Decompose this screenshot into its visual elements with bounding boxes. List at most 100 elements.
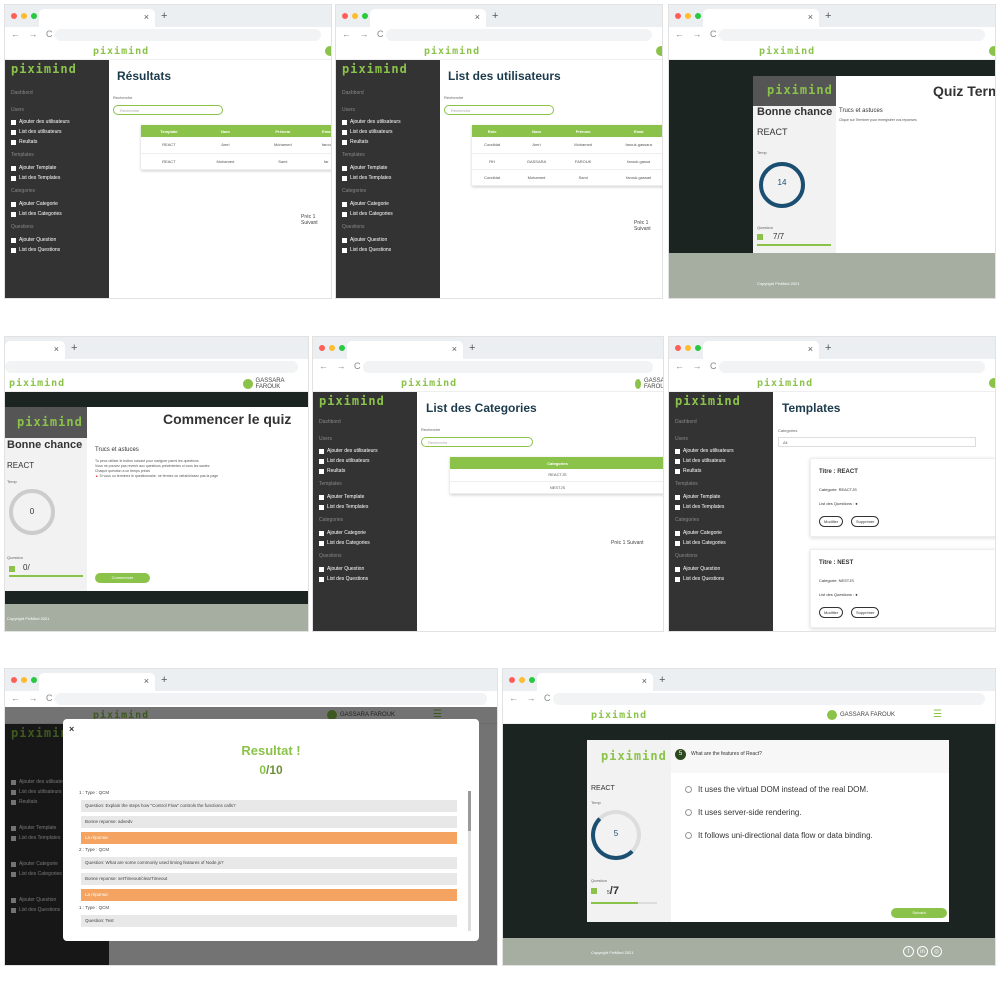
sidebar-item-list-categories[interactable]: List des Categories bbox=[319, 540, 370, 546]
browser-tab[interactable]: × bbox=[537, 673, 653, 691]
menu-icon[interactable]: ☰ bbox=[933, 709, 942, 720]
new-tab-icon[interactable]: + bbox=[825, 342, 831, 354]
scrollbar[interactable] bbox=[468, 791, 471, 931]
table-row[interactable]: REACTJS bbox=[450, 469, 663, 482]
url-bar[interactable] bbox=[386, 29, 652, 41]
sidebar-item-list-users[interactable]: List des utilisateurs bbox=[342, 129, 393, 135]
col-header[interactable]: Emai bbox=[605, 125, 662, 137]
url-bar[interactable] bbox=[719, 361, 985, 373]
new-tab-icon[interactable]: + bbox=[161, 10, 167, 22]
delete-button[interactable]: Supprimer bbox=[851, 607, 880, 618]
sidebar-item-add-question[interactable]: Ajouter Question bbox=[319, 566, 364, 572]
close-tab-icon[interactable]: × bbox=[54, 344, 59, 354]
col-header[interactable]: Role bbox=[472, 125, 513, 137]
sidebar-item-list-templates[interactable]: List des Templates bbox=[11, 175, 60, 181]
sidebar-item-add-question[interactable]: Ajouter Question bbox=[342, 237, 387, 243]
avatar[interactable] bbox=[325, 46, 331, 56]
url-bar[interactable] bbox=[55, 693, 487, 705]
url-bar[interactable] bbox=[363, 361, 653, 373]
linkedin-icon[interactable]: in bbox=[917, 946, 928, 957]
avatar[interactable] bbox=[656, 46, 662, 56]
sidebar-item-results[interactable]: Reultats bbox=[675, 468, 701, 474]
nav-icons[interactable]: ← → C bbox=[11, 29, 56, 39]
browser-tab[interactable]: × bbox=[703, 9, 819, 27]
sidebar-item-add-users[interactable]: Ajouter des utilisateurs bbox=[11, 119, 70, 125]
logo[interactable]: piximind bbox=[93, 46, 149, 57]
sidebar-item-add-question[interactable]: Ajouter Question bbox=[675, 566, 720, 572]
start-button[interactable]: Commencer bbox=[95, 573, 150, 583]
nav-icons[interactable]: ← → C bbox=[319, 361, 364, 371]
col-header[interactable]: Template bbox=[141, 125, 197, 137]
sidebar-item-list-categories[interactable]: List des Categories bbox=[342, 211, 393, 217]
table-row[interactable]: RH GASSARA FAROUK farouk.gassa bbox=[472, 153, 662, 170]
sidebar-item-list-users[interactable]: List des utilisateurs bbox=[11, 129, 62, 135]
sidebar-item-list-templates[interactable]: List des Templates bbox=[319, 504, 368, 510]
avatar[interactable] bbox=[989, 378, 995, 388]
sidebar-logo[interactable]: piximind bbox=[342, 62, 408, 76]
sidebar-item-add-users[interactable]: Ajouter des utilisateurs bbox=[342, 119, 401, 125]
new-tab-icon[interactable]: + bbox=[71, 342, 77, 354]
close-icon[interactable]: × bbox=[69, 724, 74, 734]
logo[interactable]: piximind bbox=[591, 710, 647, 721]
sidebar-item-add-template[interactable]: Ajouter Template bbox=[675, 494, 720, 500]
sidebar-item-list-questions[interactable]: List des Questions bbox=[11, 247, 60, 253]
new-tab-icon[interactable]: + bbox=[492, 10, 498, 22]
table-row[interactable]: Condidat Mohamed Sami farouk.gassari bbox=[472, 169, 662, 186]
logo[interactable]: piximind bbox=[401, 378, 457, 389]
category-select[interactable]: All bbox=[778, 437, 976, 447]
template-questions-toggle[interactable]: List des Questions : ● bbox=[819, 592, 858, 597]
sidebar-item-add-users[interactable]: Ajouter des utilisateurs bbox=[675, 448, 734, 454]
user-menu[interactable]: GASSARA FAROUK bbox=[635, 378, 663, 390]
nav-icons[interactable]: ← → C bbox=[342, 29, 387, 39]
template-questions-toggle[interactable]: List des Questions : ● bbox=[819, 501, 858, 506]
browser-tab[interactable]: × bbox=[39, 9, 155, 27]
sidebar-item-add-category[interactable]: Ajouter Categorie bbox=[342, 201, 389, 207]
sidebar-item-add-category[interactable]: Ajouter Categorie bbox=[675, 530, 722, 536]
browser-tab[interactable]: × bbox=[39, 673, 155, 691]
answer-option[interactable]: It follows uni-directional data flow or … bbox=[685, 831, 873, 840]
search-input[interactable]: Recherche bbox=[113, 105, 223, 115]
table-row[interactable]: Condidat Amri Mohamed farouk.gassara bbox=[472, 137, 662, 154]
avatar[interactable] bbox=[989, 46, 995, 56]
search-input[interactable]: Recherche bbox=[421, 437, 533, 447]
search-input[interactable]: Recherche bbox=[444, 105, 554, 115]
sidebar-item-list-users[interactable]: List des utilisateurs bbox=[319, 458, 370, 464]
col-header[interactable]: Prénom bbox=[254, 125, 312, 137]
sidebar-item-results[interactable]: Reultats bbox=[319, 468, 345, 474]
url-bar[interactable] bbox=[553, 693, 985, 705]
sidebar-item-list-categories[interactable]: List des Categories bbox=[11, 211, 62, 217]
browser-tab[interactable]: × bbox=[703, 341, 819, 359]
nav-icons[interactable]: ← → C bbox=[675, 361, 720, 371]
sidebar-dashboard[interactable]: Dashbord bbox=[342, 90, 364, 96]
facebook-icon[interactable]: f bbox=[903, 946, 914, 957]
sidebar-item-add-category[interactable]: Ajouter Categorie bbox=[319, 530, 366, 536]
logo[interactable]: piximind bbox=[9, 378, 65, 389]
sidebar-item-list-categories[interactable]: List des Categories bbox=[675, 540, 726, 546]
delete-button[interactable]: Supprimer bbox=[851, 516, 880, 527]
col-header[interactable]: Ema bbox=[311, 125, 331, 137]
url-bar[interactable] bbox=[55, 29, 321, 41]
sidebar-dashboard[interactable]: Dashbord bbox=[11, 90, 33, 96]
user-menu[interactable]: GASSARA FAROUK bbox=[827, 710, 895, 720]
close-tab-icon[interactable]: × bbox=[144, 676, 149, 686]
new-tab-icon[interactable]: + bbox=[659, 674, 665, 686]
new-tab-icon[interactable]: + bbox=[469, 342, 475, 354]
new-tab-icon[interactable]: + bbox=[825, 10, 831, 22]
sidebar-logo[interactable]: piximind bbox=[11, 62, 77, 76]
logo[interactable]: piximind bbox=[424, 46, 480, 57]
sidebar-item-list-questions[interactable]: List des Questions bbox=[319, 576, 368, 582]
answer-option[interactable]: It uses server-side rendering. bbox=[685, 808, 802, 817]
pagination[interactable]: Préc 1 Suivant bbox=[634, 220, 662, 232]
table-row[interactable]: NESTJS bbox=[450, 481, 663, 494]
pagination[interactable]: Préc 1 Suivant bbox=[611, 540, 644, 546]
sidebar-item-add-template[interactable]: Ajouter Template bbox=[342, 165, 387, 171]
close-tab-icon[interactable]: × bbox=[808, 344, 813, 354]
new-tab-icon[interactable]: + bbox=[161, 674, 167, 686]
close-tab-icon[interactable]: × bbox=[144, 12, 149, 22]
sidebar-dashboard[interactable]: Dashbord bbox=[319, 419, 341, 425]
next-button[interactable]: Suivant bbox=[891, 908, 947, 918]
sidebar-item-results[interactable]: Reultats bbox=[11, 139, 37, 145]
pagination[interactable]: Préc 1 Suivant bbox=[301, 214, 331, 226]
table-row[interactable]: REACT Mohamed Sami far bbox=[141, 153, 331, 170]
logo[interactable]: piximind bbox=[757, 378, 813, 389]
